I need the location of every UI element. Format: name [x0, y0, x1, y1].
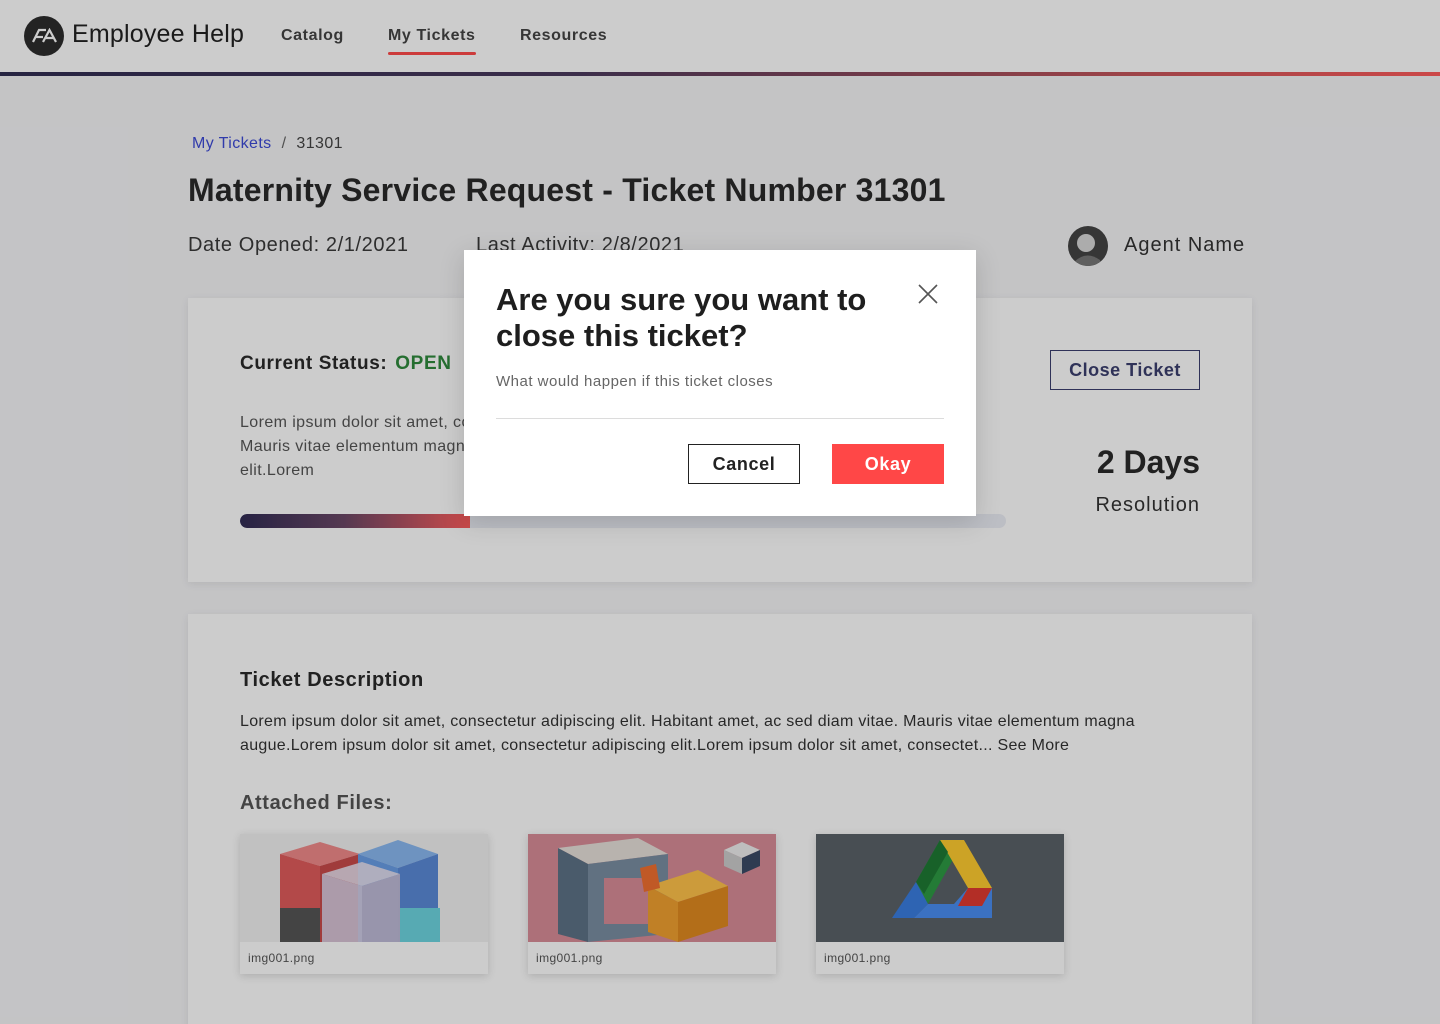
cancel-button[interactable]: Cancel [688, 444, 800, 484]
close-icon[interactable] [916, 282, 940, 306]
dialog-subtitle: What would happen if this ticket closes [496, 373, 774, 390]
dialog-divider [496, 418, 944, 419]
close-icon-glyph [918, 284, 938, 304]
dialog-title: Are you sure you want to close this tick… [496, 282, 867, 353]
okay-button[interactable]: Okay [832, 444, 944, 484]
confirm-close-dialog: Are you sure you want to close this tick… [464, 250, 976, 516]
